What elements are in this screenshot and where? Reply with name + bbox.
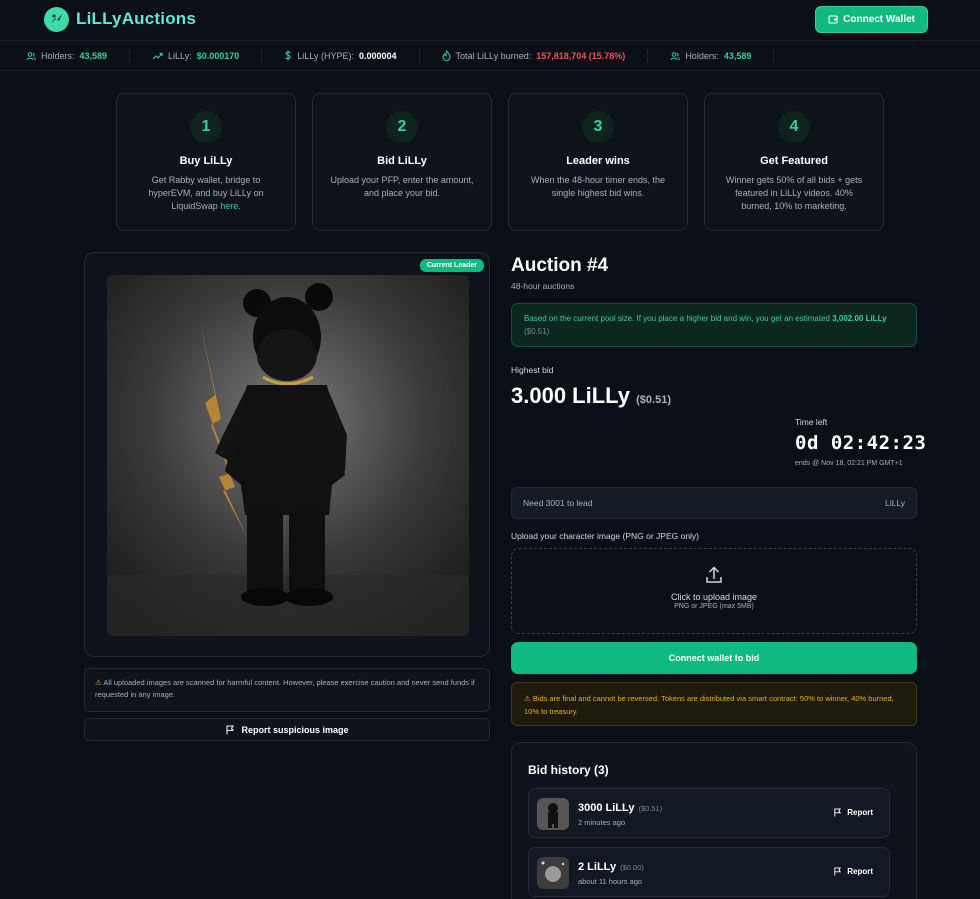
ticker-value: 0.000004 [358, 50, 397, 61]
bids-final-notice: ⚠ Bids are final and cannot be reversed.… [511, 682, 917, 726]
connect-wallet-label: Connect Wallet [843, 13, 915, 25]
bid-history-row: 3000 LiLLy ($0.51) 2 minutes ago Report [528, 788, 890, 838]
auction-title: Auction #4 [511, 255, 609, 276]
step-text: When the 48-hour timer ends, the single … [530, 175, 666, 198]
ticker-label: Holders: [685, 50, 719, 61]
report-bid-label: Report [847, 808, 873, 817]
bid-usd: ($0.00) [620, 863, 644, 872]
ticker-holders: Holders: 43,589 [26, 48, 131, 63]
estimate-amount: 3,002.00 LiLLy [832, 314, 887, 323]
step-title: Bid LiLLy [377, 155, 427, 167]
report-bid-button[interactable]: Report [833, 808, 873, 817]
image-safety-notice: ⚠ All uploaded images are scanned for ha… [84, 668, 490, 712]
step-title: Get Featured [760, 155, 828, 167]
bid-amount: 2 LiLLy ($0.00) [578, 861, 644, 873]
ticker-hype-price: LiLLy (HYPE): 0.000004 [284, 48, 420, 63]
warning-icon: ⚠ [524, 694, 531, 703]
time-left-label: Time left [795, 417, 828, 427]
step-card-bid: 2 Bid LiLLy Upload your PFP, enter the a… [312, 93, 492, 231]
warning-icon: ⚠ [95, 678, 102, 687]
flag-icon [834, 867, 842, 876]
users-icon [26, 51, 36, 60]
step-number: 2 [386, 111, 418, 143]
connect-wallet-button[interactable]: Connect Wallet [815, 5, 928, 33]
brand-name: LiLLyAuctions [76, 9, 197, 28]
bid-amount-placeholder: Need 3001 to lead [523, 498, 593, 508]
ticker-price: LiLLy: $0.000170 [152, 48, 263, 63]
liquidswap-link[interactable]: here [220, 201, 238, 211]
countdown-timer: 0d 02:42:23 [795, 432, 927, 454]
current-leader-badge: Current Leader [419, 259, 484, 272]
step-card-buy: 1 Buy LiLLy Get Rabby wallet, bridge to … [116, 93, 296, 231]
estimate-text: Based on the current pool size. If you p… [524, 314, 830, 323]
step-card-leader: 3 Leader wins When the 48-hour timer end… [508, 93, 688, 231]
bid-history-title: Bid history (3) [528, 763, 609, 777]
bids-final-text: Bids are final and cannot be reversed. T… [524, 694, 894, 716]
dollar-icon [285, 50, 292, 61]
step-title: Buy LiLLy [179, 155, 233, 167]
bid-usd: ($0.51) [638, 804, 663, 813]
wallet-icon [828, 15, 838, 24]
ticker-burned: Total LiLLy burned: 157,818,704 (15.78%) [442, 48, 649, 63]
bid-amount: 3000 LiLLy ($0.51) [578, 802, 663, 814]
step-title: Leader wins [566, 155, 630, 167]
highest-bid-value: 3.000 LiLLy ($0.51) [511, 383, 671, 408]
bid-history-panel: Bid history (3) 3000 LiLLy ($0.51) 2 minu… [511, 742, 917, 899]
bidder-avatar [537, 857, 569, 889]
ticker-holders-2: Holders: 43,589 [670, 48, 775, 63]
highest-bid-usd: ($0.51) [636, 394, 671, 406]
upload-hint: PNG or JPEG (max 5MB) [674, 603, 754, 610]
step-number: 4 [778, 111, 810, 143]
brand[interactable]: LiLLyAuctions [44, 6, 197, 32]
step-text: Winner gets 50% of all bids + gets featu… [725, 175, 863, 211]
report-bid-label: Report [847, 867, 873, 876]
upload-label: Upload your character image (PNG or JPEG… [511, 531, 700, 541]
leader-artwork-image[interactable] [107, 275, 469, 636]
ticker-label: LiLLy (HYPE): [297, 50, 354, 61]
estimated-win-banner: Based on the current pool size. If you p… [511, 303, 917, 347]
flag-icon [226, 725, 235, 734]
step-number: 3 [582, 111, 614, 143]
leader-image-panel: Current Leader [84, 252, 490, 657]
trend-up-icon [152, 52, 163, 59]
ticker-value: 43,589 [79, 50, 108, 61]
step-card-featured: 4 Get Featured Winner gets 50% of all bi… [704, 93, 884, 231]
bidder-avatar [537, 798, 569, 830]
upload-icon [512, 565, 916, 590]
bid-history-row: 2 LiLLy ($0.00) about 11 hours ago Report [528, 847, 890, 897]
upload-title: Click to upload image [670, 592, 758, 602]
image-upload-dropzone[interactable]: Click to upload image PNG or JPEG (max 5… [511, 548, 917, 634]
report-suspicious-image-button[interactable]: Report suspicious image [84, 718, 490, 741]
top-header: LiLLyAuctions Connect Wallet [0, 0, 980, 38]
bid-amount-unit: LiLLy [884, 498, 905, 508]
flag-icon [834, 808, 842, 817]
ticker-value: $0.000170 [196, 50, 240, 61]
highest-bid-label: Highest bid [511, 365, 554, 375]
bid-amount-input[interactable]: Need 3001 to lead LiLLy [511, 487, 917, 519]
report-suspicious-label: Report suspicious image [241, 724, 349, 735]
flame-icon [442, 50, 451, 61]
auction-end-time: ends @ Nov 18, 02:21 PM GMT+1 [795, 460, 903, 467]
ticker-value: 43,589 [723, 50, 752, 61]
ticker-label: Holders: [41, 50, 75, 61]
stats-ticker: Holders: 43,589 LiLLy: $0.000170 LiLLy (… [0, 40, 980, 71]
users-icon [670, 51, 681, 60]
bid-time: 2 minutes ago [578, 818, 626, 827]
step-text: Upload your PFP, enter the amount, and p… [330, 175, 474, 198]
auction-subtitle: 48-hour auctions [511, 281, 575, 291]
estimate-usd: ($0.51) [524, 327, 550, 336]
step-number: 1 [190, 111, 222, 143]
brand-logo-icon [44, 6, 69, 32]
connect-wallet-to-bid-button[interactable]: Connect wallet to bid [511, 642, 917, 674]
image-safety-text: All uploaded images are scanned for harm… [95, 678, 475, 699]
ticker-label: LiLLy: [168, 50, 192, 61]
bid-time: about 11 hours ago [578, 877, 643, 886]
ticker-label: Total LiLLy burned: [455, 50, 532, 61]
report-bid-button[interactable]: Report [833, 867, 873, 876]
step-text: Get Rabby wallet, bridge to hyperEVM, an… [148, 175, 264, 211]
ticker-value: 157,818,704 (15.78%) [536, 50, 626, 61]
